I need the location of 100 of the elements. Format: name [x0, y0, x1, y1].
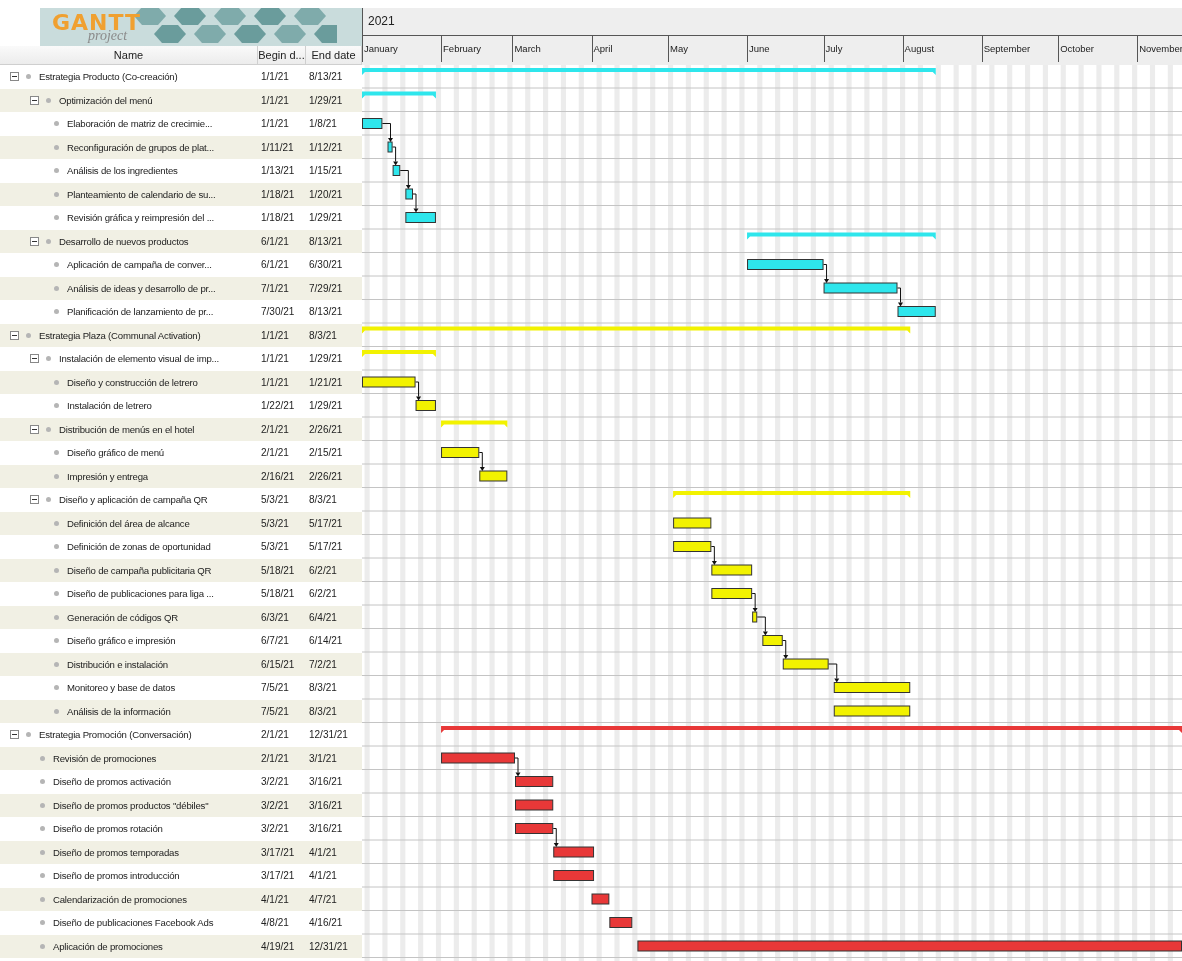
task-name[interactable]: Análisis de la información: [67, 705, 171, 717]
end-date: 8/3/21: [308, 329, 338, 341]
task-name[interactable]: Distribución de menús en el hotel: [59, 423, 195, 435]
task-bar[interactable]: [711, 561, 753, 576]
task-name[interactable]: Planificación de lanzamiento de pr...: [67, 306, 214, 318]
task-bar[interactable]: [515, 799, 554, 811]
task-name[interactable]: Elaboración de matriz de crecimie...: [67, 118, 213, 130]
collapse-icon[interactable]: [10, 330, 19, 340]
end-date: 1/29/21: [308, 400, 344, 412]
task-bar[interactable]: [673, 541, 712, 552]
collapse-icon[interactable]: [10, 730, 19, 740]
column-header[interactable]: Name: [0, 46, 258, 64]
dependency-line: [552, 828, 557, 844]
end-date: 2/26/21: [308, 423, 344, 435]
task-bar[interactable]: [392, 161, 401, 176]
dependency-line: [751, 593, 756, 609]
task-name[interactable]: Desarrollo de nuevos productos: [59, 235, 189, 247]
task-name[interactable]: Revisión de promociones: [53, 752, 157, 764]
task-bar[interactable]: [387, 138, 393, 153]
task-name[interactable]: Diseño de promos productos "débiles": [53, 799, 209, 811]
task-bar[interactable]: [673, 517, 712, 529]
task-bar[interactable]: [405, 208, 436, 223]
task-bar[interactable]: [752, 608, 758, 623]
task-name[interactable]: Optimización del menú: [59, 94, 153, 106]
begin-date: 2/1/21: [260, 423, 290, 435]
collapse-icon[interactable]: [10, 72, 19, 82]
task-name[interactable]: Instalación de elemento visual de imp...: [59, 353, 219, 365]
end-date: 1/21/21: [308, 376, 344, 388]
summary-bar[interactable]: [441, 726, 1182, 733]
collapse-icon[interactable]: [30, 495, 39, 505]
task-name[interactable]: Análisis de ideas y desarrollo de pr...: [67, 282, 216, 294]
collapse-icon[interactable]: [30, 424, 39, 434]
task-bar[interactable]: [553, 843, 595, 858]
end-date: 12/31/21: [308, 940, 349, 952]
task-name[interactable]: Monitoreo y base de datos: [67, 682, 176, 694]
bullet-icon: [54, 309, 59, 315]
bullet-icon: [26, 332, 31, 338]
bullet-icon: [46, 238, 51, 244]
bullet-icon: [54, 685, 59, 691]
task-bar[interactable]: [747, 259, 824, 270]
task-bar[interactable]: [782, 655, 829, 670]
begin-date: 3/17/21: [260, 846, 296, 858]
task-name[interactable]: Diseño de promos introducción: [53, 870, 180, 882]
month-label: February: [441, 35, 482, 62]
task-name[interactable]: Diseño de publicaciones para liga ...: [67, 588, 214, 600]
bullet-icon: [54, 708, 59, 714]
task-name[interactable]: Estrategia Promoción (Conversación): [39, 729, 192, 741]
dependency-line: [478, 452, 483, 468]
collapse-icon[interactable]: [30, 354, 39, 364]
task-bar[interactable]: [362, 118, 383, 129]
task-bar[interactable]: [833, 678, 911, 693]
collapse-icon[interactable]: [30, 236, 39, 246]
collapse-icon[interactable]: [30, 95, 39, 105]
task-bar[interactable]: [515, 772, 554, 787]
task-bar[interactable]: [415, 396, 436, 411]
task-name[interactable]: Diseño de promos rotación: [53, 823, 163, 835]
task-bar[interactable]: [479, 467, 508, 482]
task-name[interactable]: Diseño de promos temporadas: [53, 846, 179, 858]
begin-date: 5/18/21: [260, 588, 296, 600]
task-bar[interactable]: [897, 302, 936, 317]
task-name[interactable]: Revisión gráfica y reimpresión del ...: [67, 212, 215, 224]
task-name[interactable]: Definición de zonas de oportunidad: [67, 541, 211, 553]
dependency-line: [514, 757, 519, 773]
task-name[interactable]: Generación de códigos QR: [67, 611, 178, 623]
task-name[interactable]: Diseño de promos activación: [53, 776, 171, 788]
task-name[interactable]: Planteamiento de calendario de su...: [67, 188, 216, 200]
task-name[interactable]: Diseño gráfico de menú: [67, 447, 164, 459]
task-name[interactable]: Estrategia Producto (Co-creación): [39, 71, 178, 83]
task-name[interactable]: Diseño de publicaciones Facebook Ads: [53, 917, 214, 929]
end-date: 6/30/21: [308, 259, 344, 271]
task-bar[interactable]: [405, 185, 413, 200]
task-name[interactable]: Distribución e instalación: [67, 658, 168, 670]
task-name[interactable]: Análisis de los ingredientes: [67, 165, 178, 177]
begin-date: 5/18/21: [260, 564, 296, 576]
task-name[interactable]: Diseño de campaña publicitaria QR: [67, 564, 212, 576]
task-bar[interactable]: [609, 917, 633, 928]
task-bar[interactable]: [515, 823, 554, 834]
begin-date: 1/18/21: [260, 188, 296, 200]
task-bar[interactable]: [441, 447, 480, 458]
column-header[interactable]: Begin d...: [258, 46, 306, 64]
bullet-icon: [46, 426, 51, 432]
task-name[interactable]: Reconfiguración de grupos de plat...: [67, 141, 214, 153]
task-name[interactable]: Instalación de letrero: [67, 400, 152, 412]
task-name[interactable]: Diseño y construcción de letrero: [67, 376, 198, 388]
task-name[interactable]: Aplicación de campaña de conver...: [67, 259, 212, 271]
task-name[interactable]: Aplicación de promociones: [53, 940, 163, 952]
task-name[interactable]: Diseño gráfico e impresión: [67, 635, 176, 647]
task-name[interactable]: Calendarización de promociones: [53, 893, 187, 905]
task-name[interactable]: Diseño y aplicación de campaña QR: [59, 494, 208, 506]
end-date: 5/17/21: [308, 517, 344, 529]
task-name[interactable]: Estrategia Plaza (Communal Activation): [39, 329, 201, 341]
begin-date: 1/11/21: [260, 141, 295, 153]
bullet-icon: [54, 403, 59, 409]
begin-date: 6/1/21: [260, 259, 290, 271]
task-name[interactable]: Definición del área de alcance: [67, 517, 190, 529]
task-bar[interactable]: [762, 631, 783, 646]
task-bar[interactable]: [711, 588, 753, 599]
task-bar[interactable]: [553, 870, 595, 881]
task-name[interactable]: Impresión y entrega: [67, 470, 148, 482]
end-date: 2/15/21: [308, 447, 344, 459]
